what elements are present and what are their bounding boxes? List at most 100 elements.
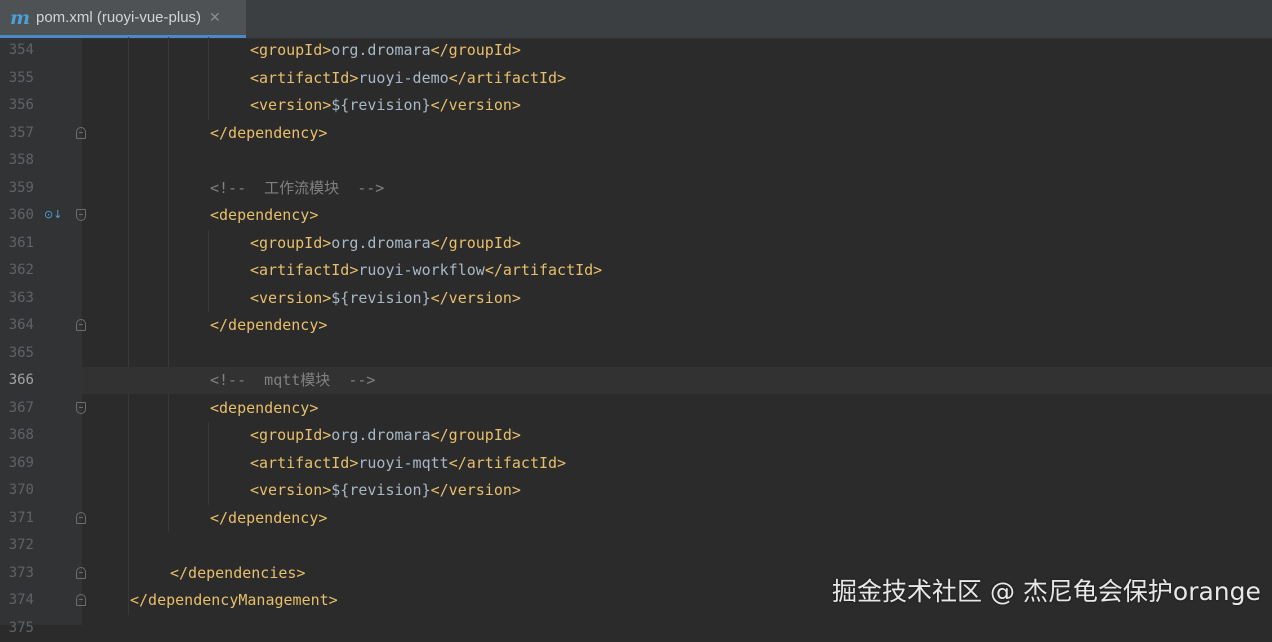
xml-comment: <!-- mqtt模块 --> bbox=[210, 371, 376, 389]
maven-m-icon: m bbox=[10, 6, 31, 29]
tab-pom-xml[interactable]: m pom.xml (ruoyi-vue-plus) ✕ bbox=[0, 0, 246, 38]
xml-text: ${revision} bbox=[331, 288, 431, 307]
code-editor[interactable]: 354 <groupId>org.dromara</groupId> 355 <art… bbox=[0, 37, 1272, 636]
line-number: 358 bbox=[8, 152, 34, 168]
xml-tag: </artifactId> bbox=[448, 68, 567, 87]
code-line[interactable]: 354 <groupId>org.dromara</groupId> bbox=[0, 37, 1272, 64]
code-line[interactable]: 368 <groupId>org.dromara</groupId> bbox=[0, 422, 1272, 449]
xml-tag: </groupId> bbox=[430, 233, 521, 252]
xml-tag: </dependency> bbox=[210, 123, 328, 142]
xml-tag: </artifactId> bbox=[484, 261, 603, 279]
code-line[interactable]: 362 <artifactId>ruoyi-workflow</artifactI… bbox=[0, 257, 1272, 284]
code-text: <dependency> bbox=[210, 398, 318, 418]
line-number: 370 bbox=[8, 482, 34, 498]
line-number: 368 bbox=[8, 427, 34, 443]
code-line[interactable]: 359 <!-- 工作流模块 --> bbox=[0, 175, 1272, 202]
line-number: 362 bbox=[8, 262, 34, 278]
fold-marker-icon[interactable] bbox=[76, 594, 86, 606]
xml-tag: <groupId> bbox=[250, 233, 332, 252]
line-number: 365 bbox=[8, 344, 34, 361]
code-line[interactable]: 361 <groupId>org.dromara</groupId> bbox=[0, 230, 1272, 257]
line-number: 373 bbox=[8, 564, 34, 581]
code-text: <version>${revision}</version> bbox=[250, 95, 521, 115]
fold-marker-icon[interactable] bbox=[76, 319, 86, 331]
code-line[interactable]: 367 <dependency> bbox=[0, 395, 1272, 422]
code-line[interactable]: 360 ⊙↓ <dependency> bbox=[0, 202, 1272, 229]
line-number: 354 bbox=[8, 42, 34, 58]
code-line[interactable]: 366 <!-- mqtt模块 --> bbox=[0, 367, 1272, 394]
xml-text: ruoyi-workflow bbox=[358, 261, 485, 279]
code-line[interactable]: 364 </dependency> bbox=[0, 312, 1272, 339]
close-icon[interactable]: ✕ bbox=[209, 10, 221, 26]
line-number: 360 bbox=[8, 207, 34, 223]
code-line[interactable]: 371 </dependency> bbox=[0, 505, 1272, 532]
code-text: </dependency> bbox=[210, 315, 327, 335]
xml-tag: <version> bbox=[250, 96, 332, 114]
code-line[interactable]: 363 <version>${revision}</version> bbox=[0, 285, 1272, 312]
line-number: 359 bbox=[8, 179, 34, 196]
xml-tag: </groupId> bbox=[430, 426, 521, 444]
xml-tag: <version> bbox=[250, 288, 332, 307]
code-text: <dependency> bbox=[210, 205, 318, 225]
code-text: <!-- 工作流模块 --> bbox=[210, 178, 384, 198]
xml-tag: </dependencyManagement> bbox=[130, 591, 338, 609]
code-text: </dependency> bbox=[210, 123, 327, 143]
implementation-gutter-icon[interactable]: ⊙↓ bbox=[44, 208, 62, 224]
xml-text: ruoyi-mqtt bbox=[358, 453, 449, 472]
line-number: 356 bbox=[8, 97, 34, 113]
line-number: 371 bbox=[8, 509, 34, 526]
line-number: 369 bbox=[8, 454, 34, 471]
code-text: </dependencyManagement> bbox=[130, 590, 338, 610]
code-line[interactable]: 355 <artifactId>ruoyi-demo</artifactId> bbox=[0, 65, 1272, 92]
xml-tag: </dependency> bbox=[210, 316, 328, 334]
fold-marker-icon[interactable] bbox=[76, 126, 86, 139]
xml-text: ${revision} bbox=[331, 96, 431, 114]
xml-text: ruoyi-demo bbox=[358, 68, 449, 87]
fold-marker-icon[interactable] bbox=[76, 401, 86, 414]
code-text: <version>${revision}</version> bbox=[250, 480, 521, 500]
xml-tag: <groupId> bbox=[250, 426, 332, 444]
line-number: 357 bbox=[8, 124, 34, 141]
code-line[interactable]: 356 <version>${revision}</version> bbox=[0, 92, 1272, 119]
xml-text: org.dromara bbox=[331, 233, 431, 252]
editor-tab-bar: m pom.xml (ruoyi-vue-plus) ✕ bbox=[0, 0, 1272, 39]
line-number: 366 bbox=[8, 372, 34, 388]
line-number: 375 bbox=[8, 619, 34, 636]
fold-marker-icon[interactable] bbox=[76, 511, 86, 524]
code-text: <groupId>org.dromara</groupId> bbox=[250, 425, 521, 445]
xml-tag: </artifactId> bbox=[448, 453, 567, 472]
code-line[interactable]: 370 <version>${revision}</version> bbox=[0, 477, 1272, 504]
xml-tag: <artifactId> bbox=[250, 453, 359, 472]
fold-marker-icon[interactable] bbox=[76, 566, 86, 579]
code-text: <!-- mqtt模块 --> bbox=[210, 370, 375, 390]
xml-tag: </version> bbox=[430, 481, 521, 499]
xml-tag: <artifactId> bbox=[250, 68, 359, 87]
watermark: 掘金技术社区 @ 杰尼龟会保护orange bbox=[832, 577, 1261, 606]
xml-tag: </version> bbox=[430, 288, 521, 307]
code-text: </dependencies> bbox=[170, 563, 305, 583]
xml-tag: <dependency> bbox=[210, 206, 319, 224]
line-number: 355 bbox=[8, 69, 34, 86]
code-text: <artifactId>ruoyi-demo</artifactId> bbox=[250, 68, 566, 88]
line-number: 372 bbox=[8, 537, 34, 553]
xml-tag: <version> bbox=[250, 481, 332, 499]
code-line[interactable]: 372 bbox=[0, 532, 1272, 559]
xml-tag: </version> bbox=[430, 96, 521, 114]
code-text: <groupId>org.dromara</groupId> bbox=[250, 233, 521, 253]
code-line[interactable]: 358 bbox=[0, 147, 1272, 174]
xml-text: org.dromara bbox=[331, 426, 431, 444]
code-line[interactable]: 365 bbox=[0, 340, 1272, 367]
code-line[interactable]: 357 </dependency> bbox=[0, 120, 1272, 147]
code-text: <artifactId>ruoyi-mqtt</artifactId> bbox=[250, 453, 566, 473]
xml-text: org.dromara bbox=[331, 41, 431, 59]
line-number: 363 bbox=[8, 289, 34, 306]
code-text: </dependency> bbox=[210, 508, 327, 528]
tab-title: pom.xml (ruoyi-vue-plus) bbox=[36, 9, 202, 26]
fold-marker-icon[interactable] bbox=[76, 209, 86, 221]
code-line[interactable]: 369 <artifactId>ruoyi-mqtt</artifactId> bbox=[0, 450, 1272, 477]
xml-comment: <!-- 工作流模块 --> bbox=[210, 178, 385, 197]
code-line[interactable]: 375 bbox=[0, 615, 1272, 642]
xml-tag: </dependencies> bbox=[170, 563, 306, 582]
xml-tag: <dependency> bbox=[210, 398, 319, 417]
xml-tag: </dependency> bbox=[210, 508, 328, 527]
